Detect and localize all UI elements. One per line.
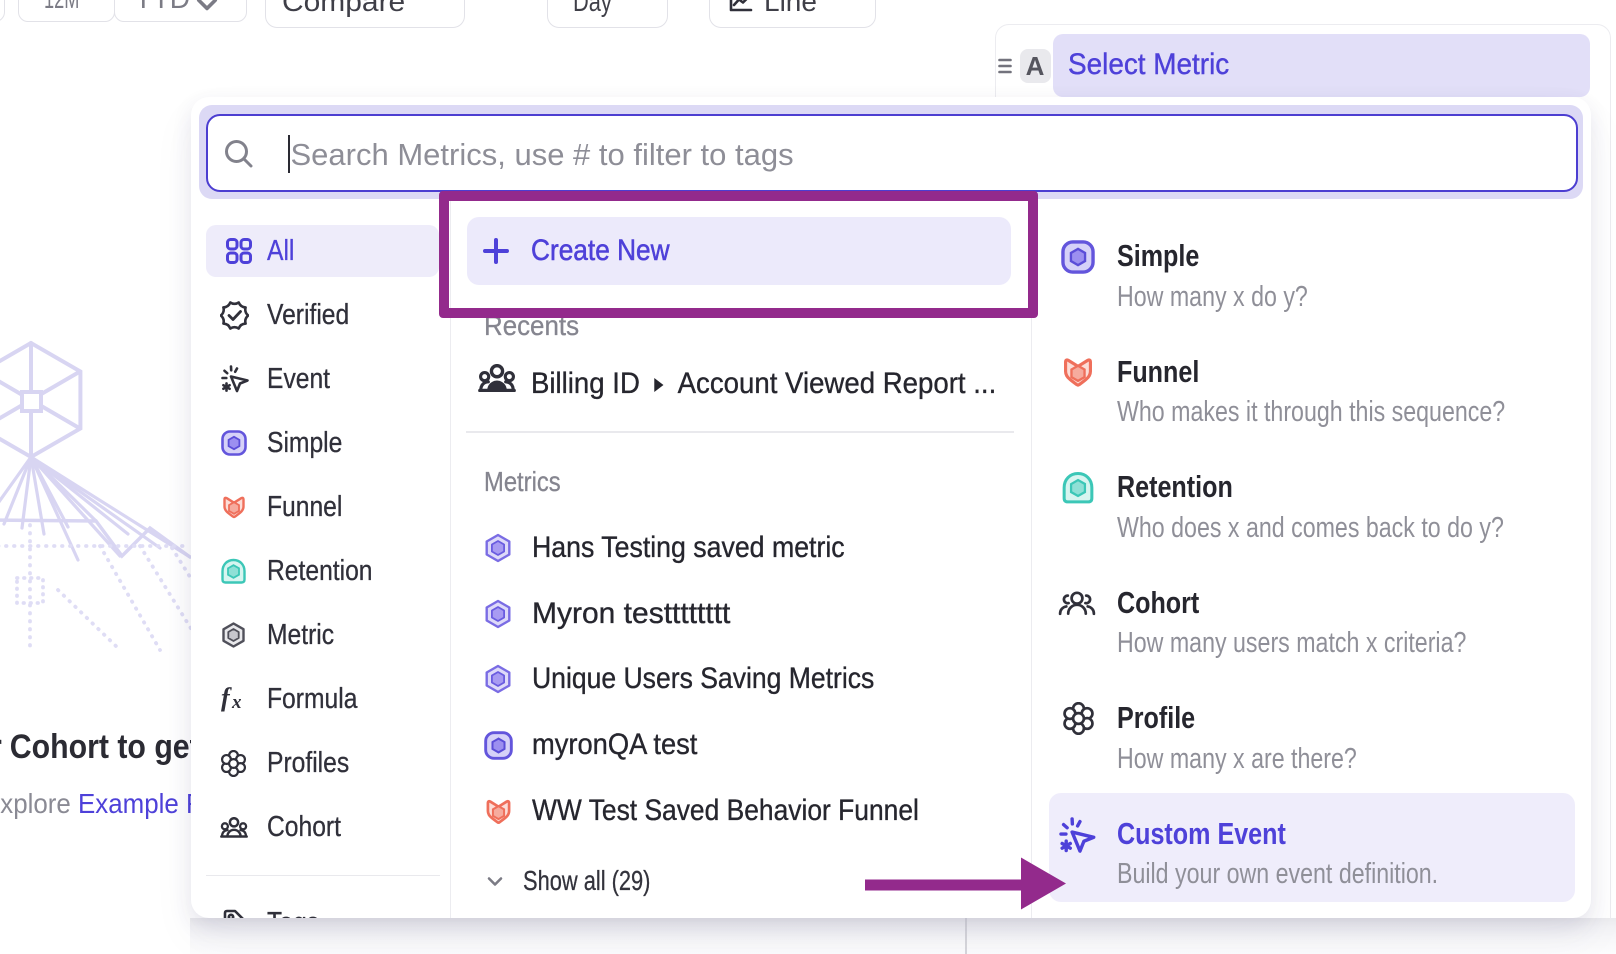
svg-text:x: x xyxy=(231,692,242,713)
svg-text:f: f xyxy=(221,685,232,712)
